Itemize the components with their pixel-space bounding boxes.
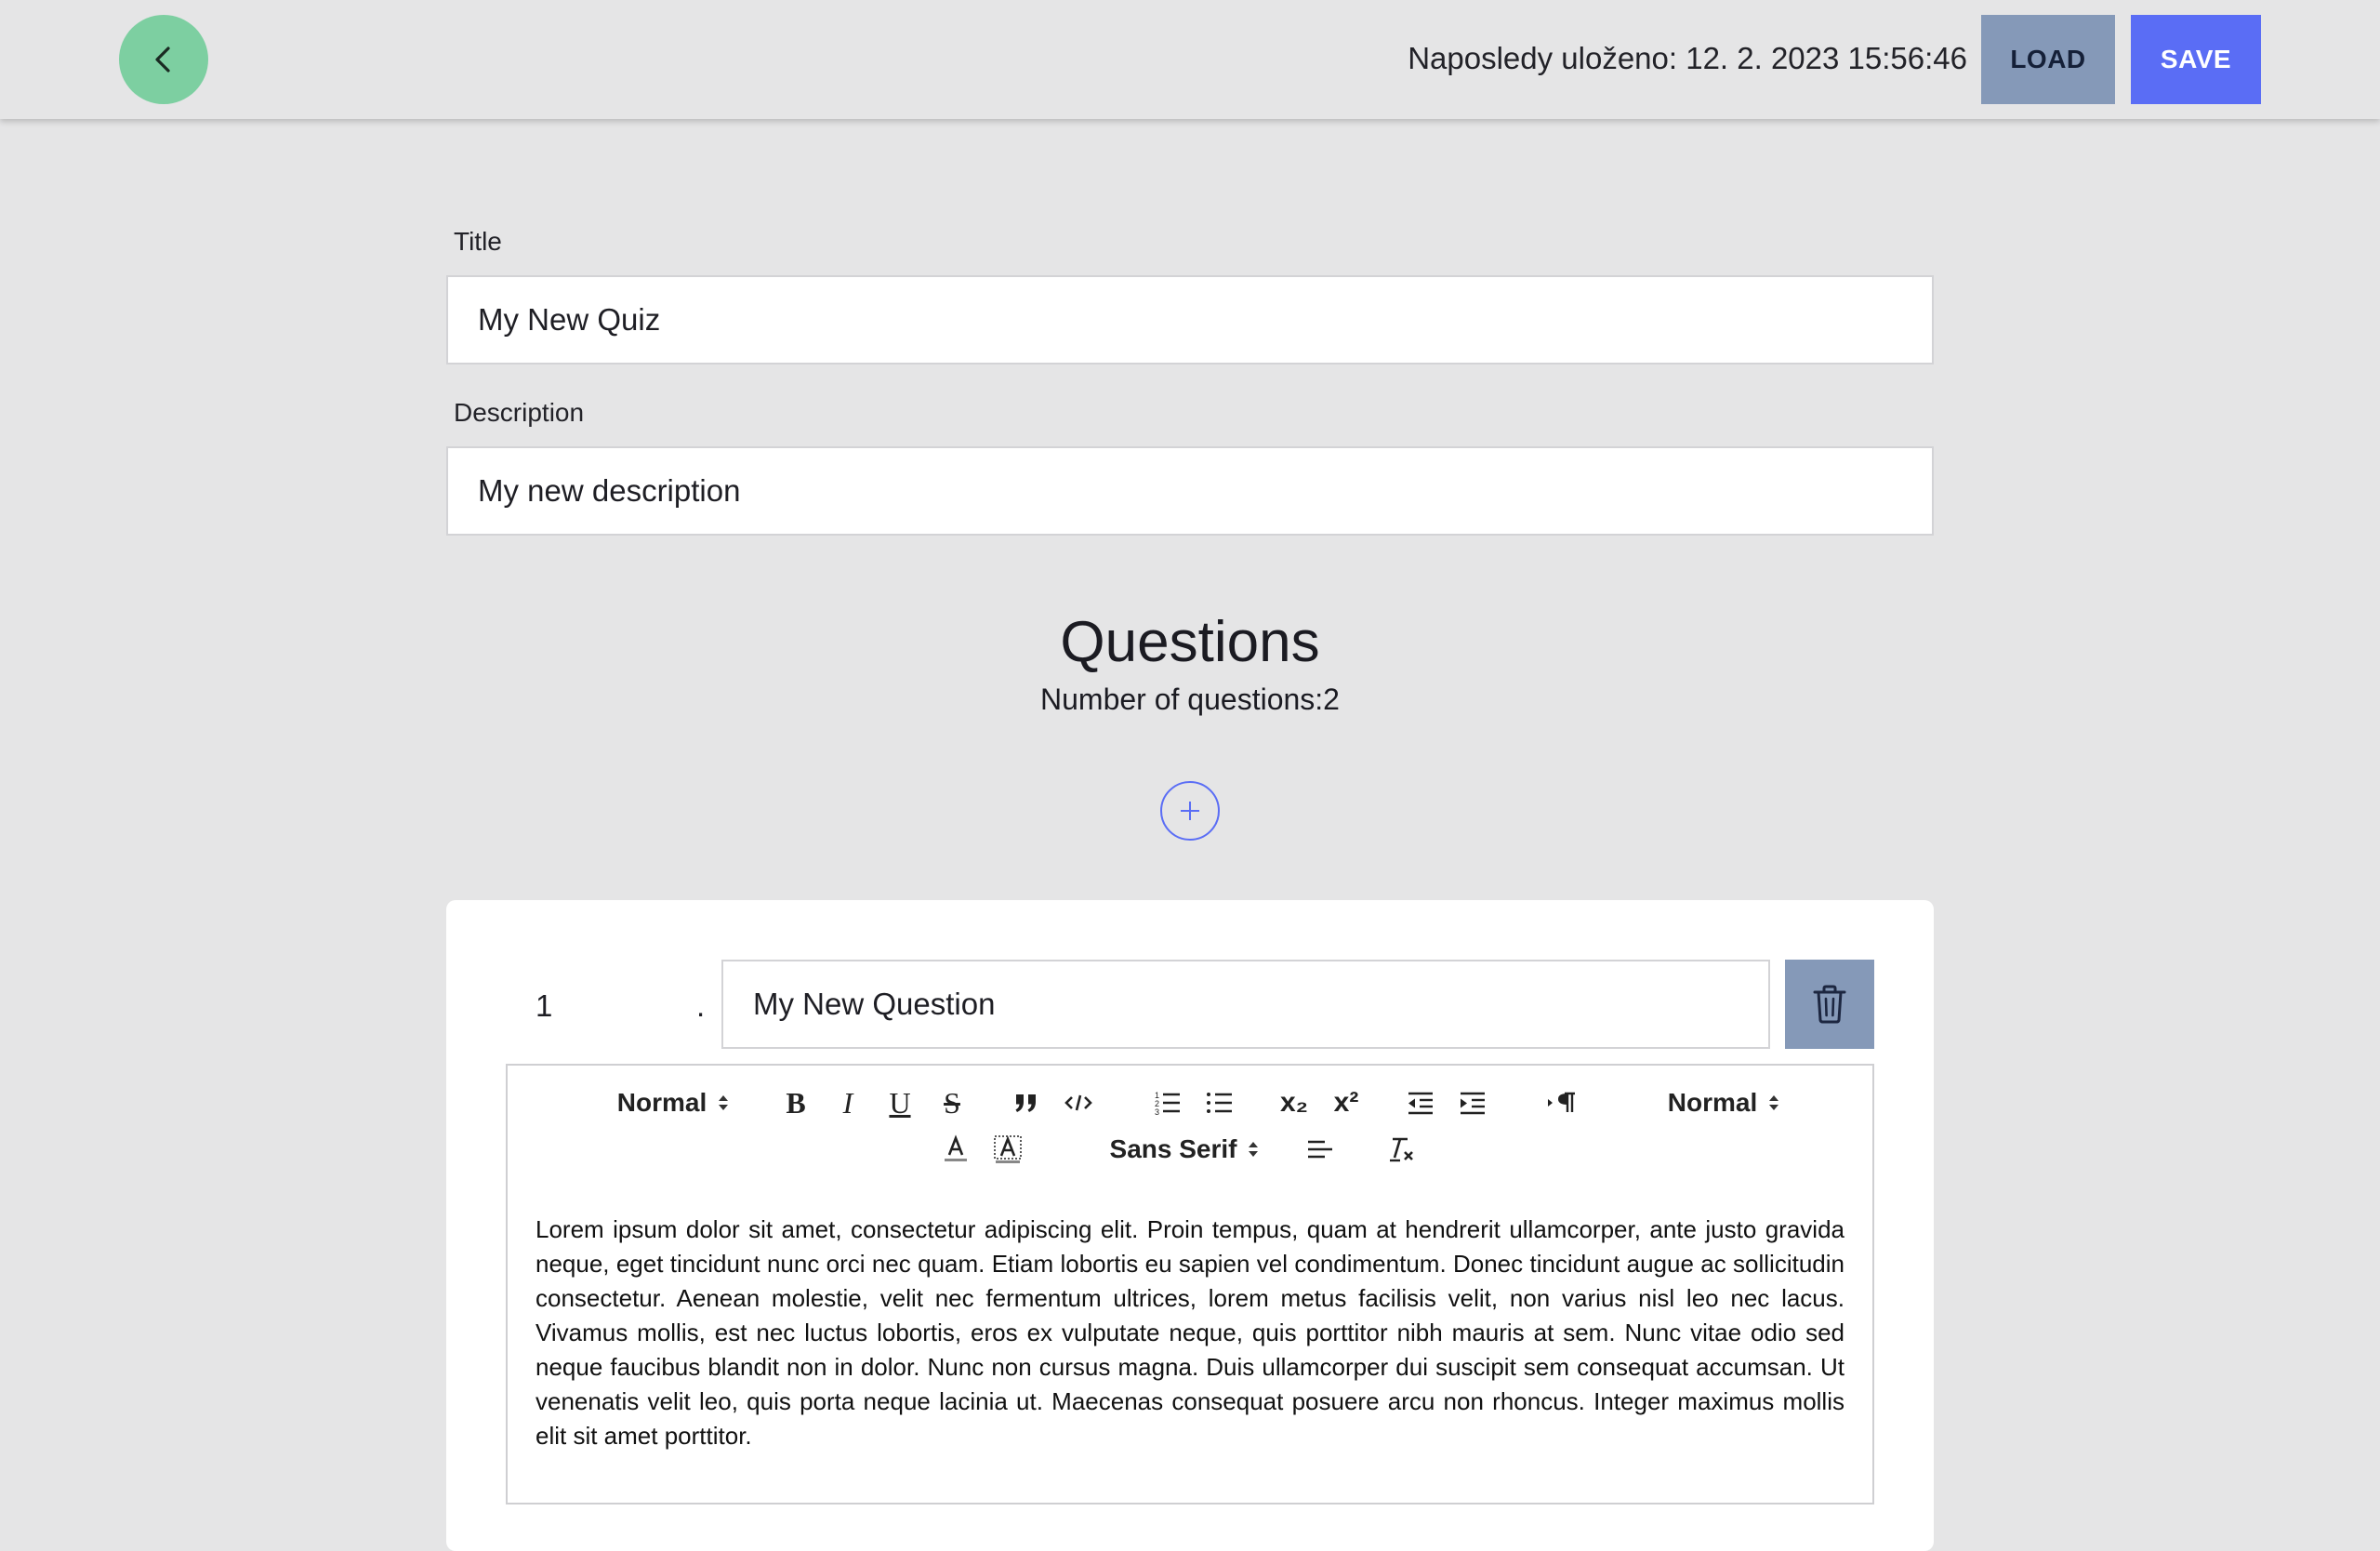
title-input[interactable]	[446, 275, 1934, 365]
description-input[interactable]	[446, 446, 1934, 536]
superscript-icon[interactable]: x²	[1326, 1084, 1367, 1121]
load-button[interactable]: LOAD	[1981, 15, 2115, 104]
title-label: Title	[454, 227, 502, 256]
font-picker[interactable]: Sans Serif	[1103, 1131, 1266, 1168]
size-picker-label: Normal	[1667, 1088, 1758, 1117]
underline-icon[interactable]: U	[879, 1084, 920, 1121]
updown-arrows-icon	[1769, 1095, 1779, 1110]
back-button[interactable]	[119, 15, 208, 104]
blockquote-icon[interactable]	[1006, 1084, 1047, 1121]
editor-toolbar: Normal B I U S 123 x₂ x² Normal Sans Ser…	[506, 1064, 1874, 1190]
code-block-icon[interactable]	[1058, 1084, 1099, 1121]
header-picker[interactable]: Normal	[610, 1084, 736, 1121]
bullet-list-icon[interactable]	[1199, 1084, 1240, 1121]
delete-question-button[interactable]	[1785, 960, 1874, 1049]
description-label: Description	[454, 398, 585, 427]
last-saved-text: Naposledy uloženo: 12. 2. 2023 15:56:46	[1408, 41, 1967, 75]
questions-heading: Questions	[1060, 610, 1320, 674]
question-body-editor[interactable]: Lorem ipsum dolor sit amet, consectetur …	[506, 1188, 1874, 1505]
font-picker-label: Sans Serif	[1109, 1134, 1237, 1163]
indent-icon[interactable]	[1452, 1084, 1493, 1121]
question-number: 1	[536, 988, 553, 1023]
questions-count: Number of questions:2	[1040, 683, 1340, 716]
chevron-left-icon	[155, 46, 170, 73]
svg-text:3: 3	[1155, 1107, 1159, 1117]
updown-arrows-icon	[1249, 1142, 1259, 1157]
size-picker[interactable]: Normal	[1660, 1084, 1787, 1121]
text-direction-icon[interactable]	[1541, 1084, 1582, 1121]
strikethrough-icon[interactable]: S	[932, 1084, 972, 1121]
plus-icon	[1181, 802, 1199, 820]
ordered-list-icon[interactable]: 123	[1147, 1084, 1188, 1121]
outdent-icon[interactable]	[1400, 1084, 1441, 1121]
top-bar: Naposledy uloženo: 12. 2. 2023 15:56:46 …	[0, 0, 2380, 119]
background-color-icon[interactable]	[987, 1131, 1028, 1168]
subscript-icon[interactable]: x₂	[1274, 1084, 1315, 1121]
question-body-text: Lorem ipsum dolor sit amet, consectetur …	[536, 1215, 1844, 1450]
save-button[interactable]: SAVE	[2131, 15, 2261, 104]
header-picker-label: Normal	[616, 1088, 707, 1117]
clear-formatting-icon[interactable]	[1382, 1131, 1422, 1168]
bold-icon[interactable]: B	[775, 1084, 816, 1121]
add-question-button[interactable]	[1160, 781, 1220, 841]
question-number-separator: .	[696, 988, 706, 1023]
question-title-input[interactable]	[721, 960, 1770, 1049]
updown-arrows-icon	[719, 1095, 729, 1110]
align-left-icon[interactable]	[1300, 1131, 1341, 1168]
text-color-icon[interactable]	[935, 1131, 976, 1168]
italic-icon[interactable]: I	[827, 1084, 868, 1121]
trash-icon	[1813, 985, 1846, 1024]
